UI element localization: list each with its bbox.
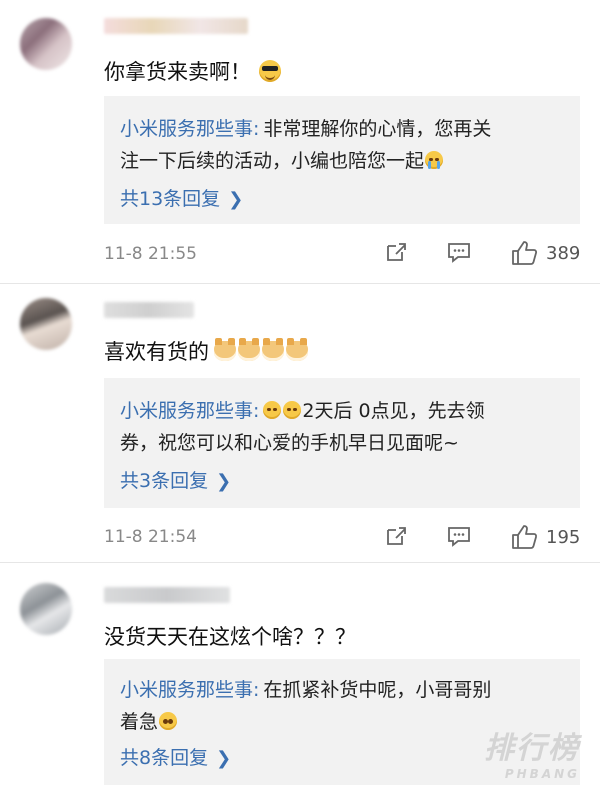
reply-line: 券，祝您可以和心爱的手机早日见面呢~ xyxy=(120,428,459,455)
reply-text: 2天后 0点见，先去领 xyxy=(302,400,485,422)
pleading-face-icon xyxy=(159,711,178,730)
reply-author[interactable]: 小米服务那些事: xyxy=(120,675,259,702)
thumbs-up-icon xyxy=(512,525,538,549)
username-blurred[interactable] xyxy=(104,18,248,34)
share-button[interactable] xyxy=(384,524,408,548)
doge-icon xyxy=(262,338,284,361)
comment-1: 你拿货来卖啊！ 小米服务那些事: 非常理解你的心情，您再关 注一下后续的活动，小… xyxy=(0,0,600,283)
thumbs-up-icon xyxy=(512,241,538,265)
reply-box[interactable]: 小米服务那些事: 非常理解你的心情，您再关 注一下后续的活动，小编也陪您一起 共… xyxy=(104,96,580,224)
avatar[interactable] xyxy=(20,18,72,70)
comment-2: 喜欢有货的 小米服务那些事: 2天后 0点见，先去领 券，祝您可以和心爱的手机早… xyxy=(0,284,600,562)
reply-text: 券，祝您可以和心爱的手机早日见面呢~ xyxy=(120,432,459,454)
doge-icon xyxy=(214,338,236,361)
reply-count-link[interactable]: 共13条回复 ❯ xyxy=(120,184,243,211)
reply-line: 着急 xyxy=(120,707,178,734)
comment-time: 11-8 21:55 xyxy=(104,244,197,264)
reply-text: 非常理解你的心情，您再关 xyxy=(263,118,492,140)
reply-box[interactable]: 小米服务那些事: 2天后 0点见，先去领 券，祝您可以和心爱的手机早日见面呢~ … xyxy=(104,378,580,508)
reply-text: 着急 xyxy=(120,711,159,733)
username-blurred[interactable] xyxy=(104,302,194,318)
doge-icon xyxy=(238,338,260,361)
reply-count-link[interactable]: 共8条回复 ❯ xyxy=(120,743,231,770)
reply-line: 小米服务那些事: 2天后 0点见，先去领 xyxy=(120,396,485,423)
avatar[interactable] xyxy=(20,298,72,350)
share-icon xyxy=(387,243,406,261)
doge-icon xyxy=(286,338,308,361)
comment-icon xyxy=(448,527,470,547)
chevron-right-icon: ❯ xyxy=(228,189,244,210)
like-count: 389 xyxy=(546,242,581,264)
crying-face-icon xyxy=(425,150,444,169)
like-button[interactable]: 195 xyxy=(510,524,580,550)
reply-line: 小米服务那些事: 在抓紧补货中呢，小哥哥别 xyxy=(120,675,491,702)
reply-text: 注一下后续的活动，小编也陪您一起 xyxy=(120,150,425,172)
sunglasses-emoji-icon xyxy=(259,60,281,82)
like-button[interactable]: 389 xyxy=(510,240,580,266)
crying-face-icon xyxy=(283,400,302,419)
watermark-logo: 排行榜 PHBANG xyxy=(484,731,580,781)
reply-line: 小米服务那些事: 非常理解你的心情，您再关 xyxy=(120,114,491,141)
crying-face-icon xyxy=(263,400,282,419)
comment-text: 喜欢有货的 xyxy=(104,336,309,366)
share-icon xyxy=(387,527,406,545)
comment-time: 11-8 21:54 xyxy=(104,527,197,547)
comment-text: 你拿货来卖啊！ xyxy=(104,56,282,86)
comment-text: 没货天天在这炫个啥？？？ xyxy=(104,625,356,649)
username-blurred[interactable] xyxy=(104,587,230,603)
comment-icon xyxy=(448,243,470,263)
reply-author[interactable]: 小米服务那些事: xyxy=(120,114,259,141)
like-count: 195 xyxy=(546,526,581,548)
chevron-right-icon: ❯ xyxy=(216,471,232,492)
reply-count-link[interactable]: 共3条回复 ❯ xyxy=(120,466,231,493)
reply-line: 注一下后续的活动，小编也陪您一起 xyxy=(120,146,444,173)
avatar[interactable] xyxy=(20,583,72,635)
chevron-right-icon: ❯ xyxy=(216,748,232,769)
share-button[interactable] xyxy=(384,240,408,264)
reply-text: 在抓紧补货中呢，小哥哥别 xyxy=(263,679,492,701)
comment-button[interactable] xyxy=(446,240,472,264)
comment-button[interactable] xyxy=(446,524,472,548)
reply-author[interactable]: 小米服务那些事: xyxy=(120,396,259,423)
